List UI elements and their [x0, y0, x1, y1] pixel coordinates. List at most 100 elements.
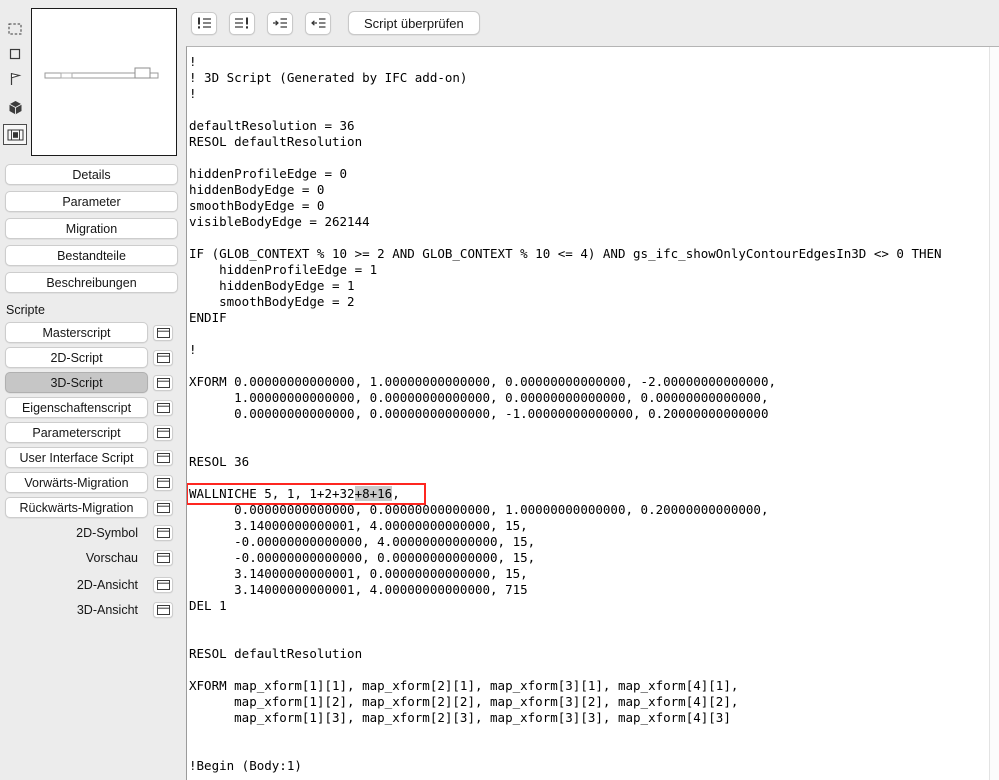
code-line: 0.00000000000000, 0.00000000000000, -1.0… [189, 406, 769, 421]
open-window-button[interactable] [153, 349, 173, 366]
code-line: -0.00000000000000, 0.00000000000000, 15, [189, 550, 536, 565]
code-line: XFORM 0.00000000000000, 1.00000000000000… [189, 374, 776, 389]
script-row: Vorwärts-Migration [5, 472, 186, 493]
code-line: ! [189, 342, 197, 357]
code-line: XFORM map_xform[1][1], map_xform[2][1], … [189, 678, 739, 693]
code-line: ! [189, 54, 197, 69]
code-line: 3.14000000000001, 0.00000000000000, 15, [189, 566, 528, 581]
open-window-button[interactable] [153, 374, 173, 391]
user-interface-script-button[interactable]: User Interface Script [5, 447, 148, 468]
open-window-button[interactable] [153, 499, 173, 516]
code-content[interactable]: !! 3D Script (Generated by IFC add-on)! … [187, 47, 999, 774]
open-window-button[interactable] [153, 424, 173, 441]
code-line: hiddenBodyEdge = 1 [189, 278, 355, 293]
code-line: ! [189, 86, 197, 101]
code-line: visibleBodyEdge = 262144 [189, 214, 370, 229]
preview-drawing [44, 67, 159, 79]
plain-row: Vorschau [5, 547, 186, 568]
sidebar: Details Parameter Migration Bestandteile… [0, 0, 186, 780]
script-row: Masterscript [5, 322, 186, 343]
details-button[interactable]: Details [5, 164, 178, 185]
editor-toolbar: Script überprüfen [186, 0, 999, 46]
plain-row: 3D-Ansicht [5, 599, 186, 620]
script-row: User Interface Script [5, 447, 186, 468]
code-line: hiddenProfileEdge = 1 [189, 262, 378, 277]
code-line: map_xform[1][3], map_xform[2][3], map_xf… [189, 710, 731, 725]
comment-lines-icon[interactable] [191, 11, 217, 35]
code-line: 3.14000000000001, 4.00000000000000, 715 [189, 582, 528, 597]
filmstrip-icon[interactable] [3, 124, 27, 145]
vertical-scrollbar[interactable] [989, 47, 999, 780]
script-row: Parameterscript [5, 422, 186, 443]
code-line: RESOL 36 [189, 454, 250, 469]
symbol-rows: 2D-Symbol Vorschau [0, 522, 186, 568]
code-line: map_xform[1][2], map_xform[2][2], map_xf… [189, 694, 739, 709]
plain-row: 2D-Ansicht [5, 574, 186, 595]
script-row: Eigenschaftenscript [5, 397, 186, 418]
migration-button[interactable]: Migration [5, 218, 178, 239]
bestandteile-button[interactable]: Bestandteile [5, 245, 178, 266]
object-preview [31, 8, 177, 156]
script-row: 3D-Script [5, 372, 186, 393]
open-window-button[interactable] [153, 524, 173, 541]
code-line: ! 3D Script (Generated by IFC add-on) [189, 70, 468, 85]
selected-text: +8+16 [354, 486, 393, 501]
code-line: hiddenProfileEdge = 0 [189, 166, 348, 181]
open-window-button[interactable] [153, 549, 173, 566]
check-script-button[interactable]: Script überprüfen [348, 11, 480, 35]
code-line: IF (GLOB_CONTEXT % 10 >= 2 AND GLOB_CONT… [189, 246, 942, 261]
vorschau-label: Vorschau [85, 550, 138, 565]
script-editor[interactable]: !! 3D Script (Generated by IFC add-on)! … [186, 46, 999, 780]
script-row: Rückwärts-Migration [5, 497, 186, 518]
rueckwaerts-migration-button[interactable]: Rückwärts-Migration [5, 497, 148, 518]
code-line: 1.00000000000000, 0.00000000000000, 0.00… [189, 390, 769, 405]
open-window-button[interactable] [153, 601, 173, 618]
eigenschaftenscript-button[interactable]: Eigenschaftenscript [5, 397, 148, 418]
beschreibungen-button[interactable]: Beschreibungen [5, 272, 178, 293]
indent-right-icon[interactable] [267, 11, 293, 35]
code-line: DEL 1 [189, 598, 227, 613]
open-window-button[interactable] [153, 449, 173, 466]
code-line: -0.00000000000000, 4.00000000000000, 15, [189, 534, 536, 549]
2d-symbol-label: 2D-Symbol [76, 525, 138, 540]
open-window-button[interactable] [153, 399, 173, 416]
flag-icon[interactable] [3, 70, 27, 88]
code-line: hiddenBodyEdge = 0 [189, 182, 325, 197]
code-line: RESOL defaultResolution [189, 134, 363, 149]
preview-panel [0, 8, 186, 156]
open-window-button[interactable] [153, 324, 173, 341]
code-line: defaultResolution = 36 [189, 118, 355, 133]
marquee-rect-icon[interactable] [3, 20, 27, 38]
masterscript-button[interactable]: Masterscript [5, 322, 148, 343]
3d-ansicht-label: 3D-Ansicht [76, 602, 138, 617]
code-line: 3.14000000000001, 4.00000000000000, 15, [189, 518, 528, 533]
code-line: 0.00000000000000, 0.00000000000000, 1.00… [189, 502, 769, 517]
3d-script-button[interactable]: 3D-Script [5, 372, 148, 393]
preview-tool-strip [0, 8, 30, 156]
open-window-button[interactable] [153, 474, 173, 491]
code-line: WALLNICHE 5, 1, 1+2+32+8+16, [187, 483, 999, 505]
uncomment-lines-icon[interactable] [229, 11, 255, 35]
open-window-button[interactable] [153, 576, 173, 593]
code-line: RESOL defaultResolution [189, 646, 363, 661]
cube-icon[interactable] [3, 99, 27, 117]
code-line: ENDIF [189, 310, 227, 325]
2d-script-button[interactable]: 2D-Script [5, 347, 148, 368]
parameter-button[interactable]: Parameter [5, 191, 178, 212]
parameterscript-button[interactable]: Parameterscript [5, 422, 148, 443]
vorwaerts-migration-button[interactable]: Vorwärts-Migration [5, 472, 148, 493]
indent-left-icon[interactable] [305, 11, 331, 35]
nav-buttons: Details Parameter Migration Bestandteile… [0, 164, 186, 293]
square-icon[interactable] [3, 45, 27, 63]
